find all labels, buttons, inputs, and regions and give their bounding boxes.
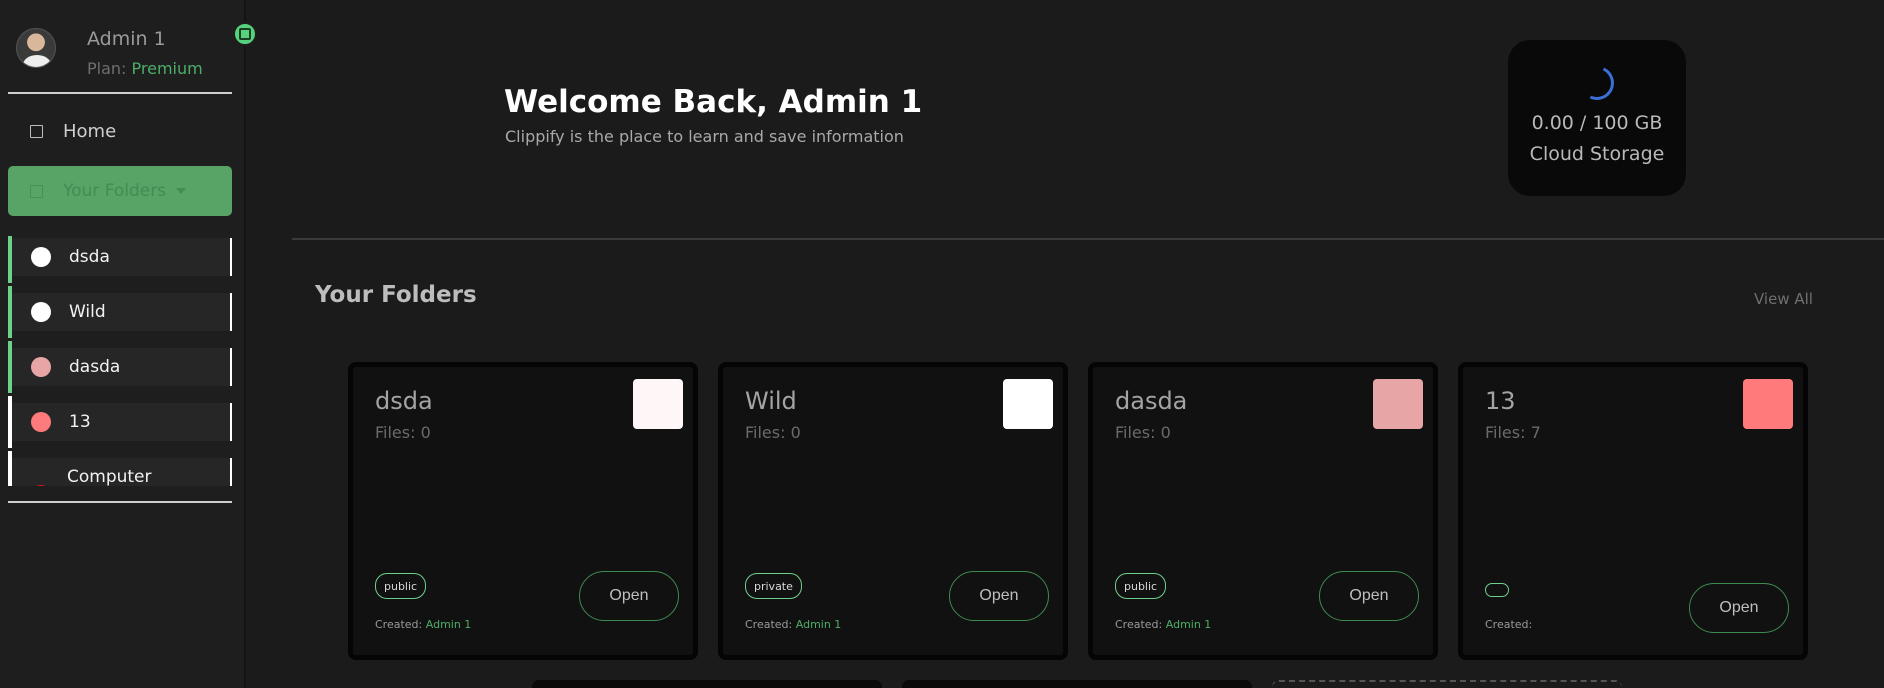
folder-item-accent-bar — [8, 286, 12, 338]
nav-your-folders[interactable]: Your Folders — [8, 166, 232, 216]
created-label: Created: — [745, 618, 793, 631]
folder-color-dot — [31, 247, 51, 267]
folder-item-name: Wild — [69, 302, 106, 322]
folder-color-swatch — [1373, 379, 1423, 429]
profile-plan: Plan: Premium — [87, 59, 203, 78]
folder-item-accent-bar — [8, 341, 12, 393]
created-info: Created: Admin 1 — [1115, 618, 1211, 631]
folder-card-partial — [532, 680, 882, 688]
sidebar-divider — [8, 92, 232, 94]
folder-color-dot — [31, 357, 51, 377]
sidebar-folder-item[interactable]: dasda — [8, 341, 232, 393]
storage-label: Cloud Storage — [1529, 143, 1665, 165]
folder-card: dsda Files: 0 public Created: Admin 1 Op… — [348, 362, 698, 660]
nav-folders-label: Your Folders — [63, 181, 167, 201]
folder-item-name: 13 — [69, 412, 91, 432]
chevron-down-icon — [176, 188, 187, 194]
section-title: Your Folders — [315, 282, 477, 308]
view-all-link[interactable]: View All — [1754, 290, 1813, 308]
visibility-badge: public — [1115, 573, 1167, 599]
created-by: Admin 1 — [425, 618, 472, 631]
sidebar-folder-item[interactable]: Wild — [8, 286, 232, 338]
folder-card-title: Wild — [745, 387, 797, 415]
sidebar-folder-list[interactable]: dsda Wild dasda 13 Computer — [8, 236, 232, 486]
created-label: Created: — [375, 618, 423, 631]
folder-color-swatch — [1003, 379, 1053, 429]
main-divider — [292, 238, 1884, 240]
sidebar-toggle-icon[interactable] — [233, 22, 257, 46]
created-by: Admin 1 — [795, 618, 842, 631]
user-profile: Admin 1 Plan: Premium — [16, 28, 236, 88]
plan-label: Plan: — [87, 59, 127, 78]
created-info: Created: — [1485, 618, 1532, 631]
sidebar-divider — [8, 501, 232, 503]
folder-card-title: 13 — [1485, 387, 1516, 415]
open-folder-button[interactable]: Open — [1319, 571, 1419, 621]
nav-home[interactable]: Home — [8, 112, 232, 150]
sidebar-folder-item[interactable]: 13 — [8, 396, 232, 448]
sidebar: Admin 1 Plan: Premium Home Your Folders … — [0, 0, 246, 688]
folder-color-swatch — [633, 379, 683, 429]
loading-spinner-icon — [1575, 61, 1619, 105]
folder-card: dasda Files: 0 public Created: Admin 1 O… — [1088, 362, 1438, 660]
visibility-badge — [1485, 583, 1509, 597]
created-label: Created: — [1485, 618, 1533, 631]
visibility-badge: private — [745, 573, 802, 599]
folder-item-accent-bar — [8, 236, 12, 283]
profile-name: Admin 1 — [87, 28, 166, 50]
folder-file-count: Files: 7 — [1485, 423, 1541, 442]
add-folder-card-partial[interactable] — [1272, 680, 1622, 688]
sidebar-folder-item[interactable]: dsda — [8, 236, 232, 283]
folder-card-partial — [902, 680, 1252, 688]
storage-amount: 0.00 / 100 GB — [1531, 112, 1663, 134]
open-folder-button[interactable]: Open — [579, 571, 679, 621]
folder-file-count: Files: 0 — [375, 423, 431, 442]
visibility-badge: public — [375, 573, 427, 599]
folder-file-count: Files: 0 — [745, 423, 801, 442]
folder-item-accent-bar — [8, 451, 12, 486]
created-info: Created: Admin 1 — [745, 618, 841, 631]
folder-card: Wild Files: 0 private Created: Admin 1 O… — [718, 362, 1068, 660]
page-subtitle: Clippify is the place to learn and save … — [505, 127, 904, 146]
folder-item-name: Computer — [67, 467, 152, 486]
folder-card: 13 Files: 7 Created: Open — [1458, 362, 1808, 660]
folder-color-dot — [31, 302, 51, 322]
sidebar-folder-item[interactable]: Computer — [8, 451, 232, 486]
folder-file-count: Files: 0 — [1115, 423, 1171, 442]
folder-color-dot — [31, 412, 51, 432]
folder-card-title: dasda — [1115, 387, 1188, 415]
folder-item-name: dasda — [69, 357, 121, 377]
folder-card-title: dsda — [375, 387, 433, 415]
folder-item-accent-bar — [8, 396, 12, 448]
open-folder-button[interactable]: Open — [1689, 583, 1789, 633]
folder-color-dot — [31, 485, 51, 486]
created-label: Created: — [1115, 618, 1163, 631]
storage-card: 0.00 / 100 GB Cloud Storage — [1508, 40, 1686, 196]
open-folder-button[interactable]: Open — [949, 571, 1049, 621]
home-icon — [30, 124, 43, 138]
nav-home-label: Home — [63, 120, 117, 142]
created-info: Created: Admin 1 — [375, 618, 471, 631]
page-title: Welcome Back, Admin 1 — [504, 84, 923, 120]
created-by: Admin 1 — [1165, 618, 1212, 631]
plan-tier: Premium — [131, 59, 203, 78]
avatar[interactable] — [16, 28, 56, 68]
folder-icon — [30, 184, 43, 198]
folder-color-swatch — [1743, 379, 1793, 429]
folder-item-name: dsda — [69, 247, 110, 267]
